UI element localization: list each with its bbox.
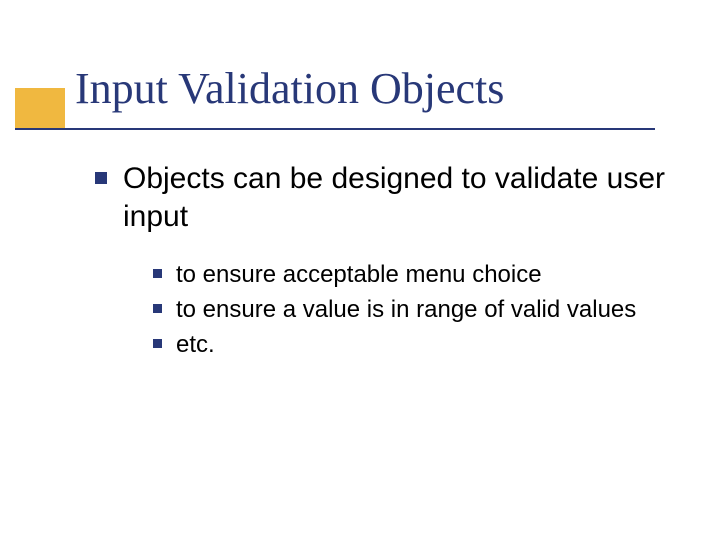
- slide-body: Objects can be designed to validate user…: [95, 160, 680, 365]
- square-bullet-icon: [95, 172, 107, 184]
- title-underline: [15, 128, 655, 130]
- slide-title: Input Validation Objects: [75, 66, 504, 112]
- square-bullet-icon: [153, 269, 162, 278]
- slide: Input Validation Objects Objects can be …: [0, 0, 720, 540]
- accent-box: [15, 88, 65, 128]
- sub-bullets: to ensure acceptable menu choice to ensu…: [153, 259, 680, 361]
- bullet-level2: to ensure acceptable menu choice: [153, 259, 680, 290]
- bullet-text: Objects can be designed to validate user…: [123, 160, 680, 235]
- square-bullet-icon: [153, 339, 162, 348]
- bullet-text: etc.: [176, 329, 215, 360]
- bullet-level2: etc.: [153, 329, 680, 360]
- bullet-text: to ensure a value is in range of valid v…: [176, 294, 636, 325]
- bullet-level1: Objects can be designed to validate user…: [95, 160, 680, 235]
- bullet-level2: to ensure a value is in range of valid v…: [153, 294, 680, 325]
- bullet-text: to ensure acceptable menu choice: [176, 259, 542, 290]
- square-bullet-icon: [153, 304, 162, 313]
